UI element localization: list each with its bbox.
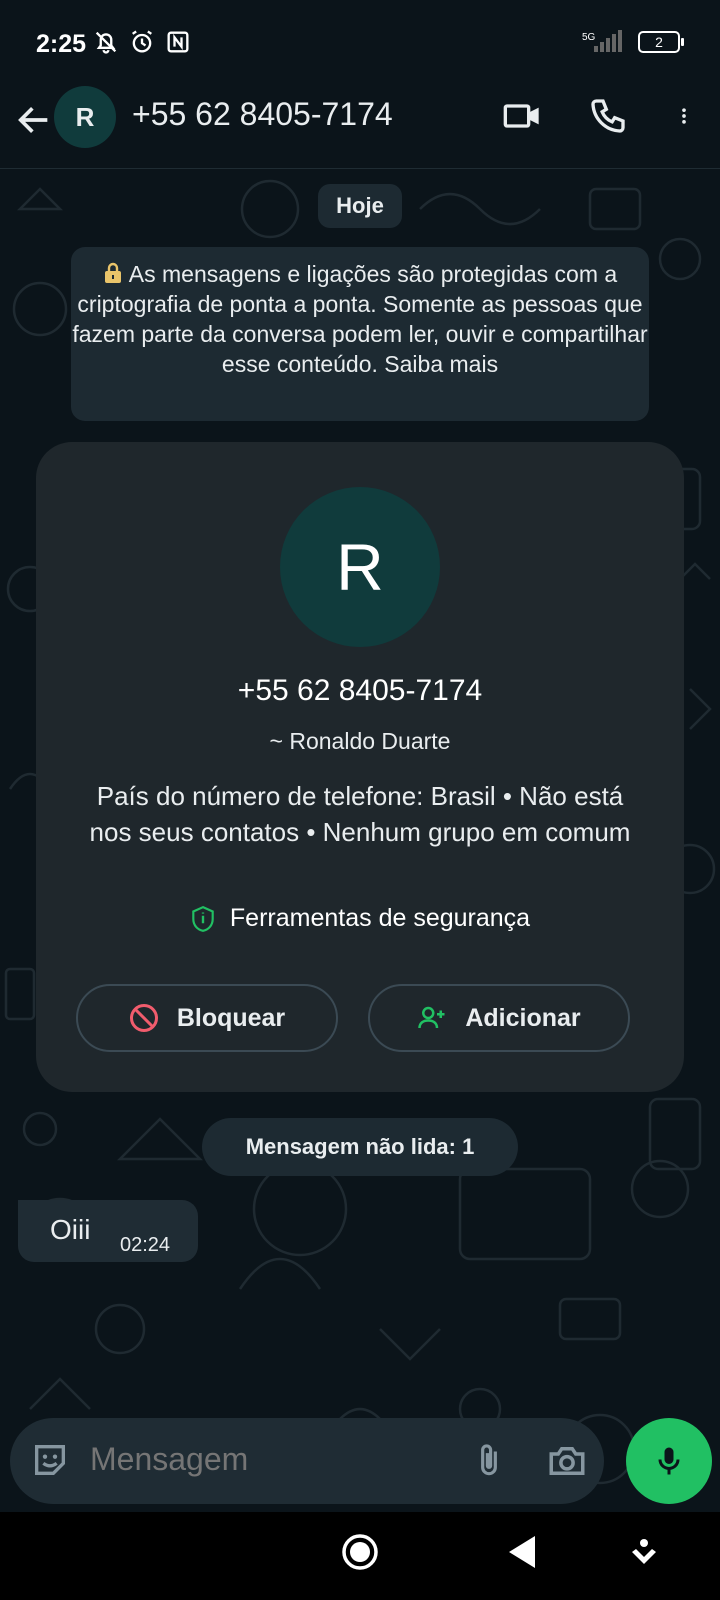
back-arrow-icon[interactable] [14, 100, 54, 140]
date-separator: Hoje [318, 184, 402, 228]
attach-icon[interactable] [470, 1440, 508, 1482]
nav-back-icon[interactable] [505, 1534, 539, 1570]
mic-icon [658, 1447, 680, 1475]
status-bar: 2:25 5G 2 [0, 0, 720, 80]
security-tools-link[interactable]: Ferramentas de segurança [36, 904, 684, 933]
contact-info: País do número de telefone: Brasil • Não… [89, 781, 631, 847]
security-tools-label: Ferramentas de segurança [229, 904, 531, 932]
header-actions [502, 96, 694, 136]
message-composer [10, 1418, 604, 1504]
status-time: 2:25 [36, 30, 87, 58]
add-person-icon [418, 1006, 445, 1029]
message-input[interactable] [88, 1440, 452, 1479]
chat-header: R +55 62 8405-7174 [0, 80, 720, 169]
incoming-message[interactable]: Oiii 02:24 [18, 1200, 198, 1262]
lock-icon [104, 262, 121, 283]
alarm-icon [132, 30, 152, 53]
status-right: 5G 2 [580, 30, 684, 54]
camera-icon[interactable] [546, 1440, 588, 1482]
sticker-icon[interactable] [30, 1440, 70, 1480]
contact-info-card: R +55 62 8405-7174 ~ Ronaldo Duarte País… [36, 442, 684, 1092]
message-time: 02:24 [120, 1234, 171, 1256]
battery-icon: 2 [638, 31, 684, 53]
nav-down-icon[interactable] [630, 1538, 658, 1568]
svg-text:5G: 5G [582, 32, 596, 43]
mic-button[interactable] [626, 1418, 712, 1504]
contact-avatar[interactable]: R [280, 487, 440, 647]
message-text: Oiii [50, 1214, 91, 1245]
encryption-notice-text: As mensagens e ligações são protegidas c… [72, 261, 648, 377]
avatar[interactable]: R [54, 86, 116, 148]
more-vert-icon[interactable] [674, 96, 694, 136]
block-label: Bloquear [176, 1003, 286, 1032]
add-contact-button[interactable]: Adicionar [368, 984, 630, 1052]
home-circle-icon[interactable] [340, 1532, 380, 1572]
signal-icon: 5G [582, 30, 622, 52]
block-button[interactable]: Bloquear [76, 984, 338, 1052]
nfc-icon [167, 31, 189, 53]
add-contact-label: Adicionar [465, 1003, 581, 1032]
status-icons [92, 28, 192, 56]
phone-call-icon[interactable] [588, 96, 628, 136]
bell-off-icon [95, 31, 117, 54]
block-icon [129, 1004, 158, 1032]
shield-icon [192, 905, 214, 932]
contact-phone: +55 62 8405-7174 [237, 674, 483, 707]
chat-title[interactable]: +55 62 8405-7174 [132, 96, 393, 133]
unread-separator: Mensagem não lida: 1 [202, 1118, 518, 1176]
video-call-icon[interactable] [502, 96, 542, 136]
system-nav-bar [0, 1512, 720, 1600]
encryption-notice[interactable]: As mensagens e ligações são protegidas c… [71, 247, 649, 421]
contact-name: ~ Ronaldo Duarte [269, 728, 451, 754]
battery-level: 2 [655, 34, 663, 50]
